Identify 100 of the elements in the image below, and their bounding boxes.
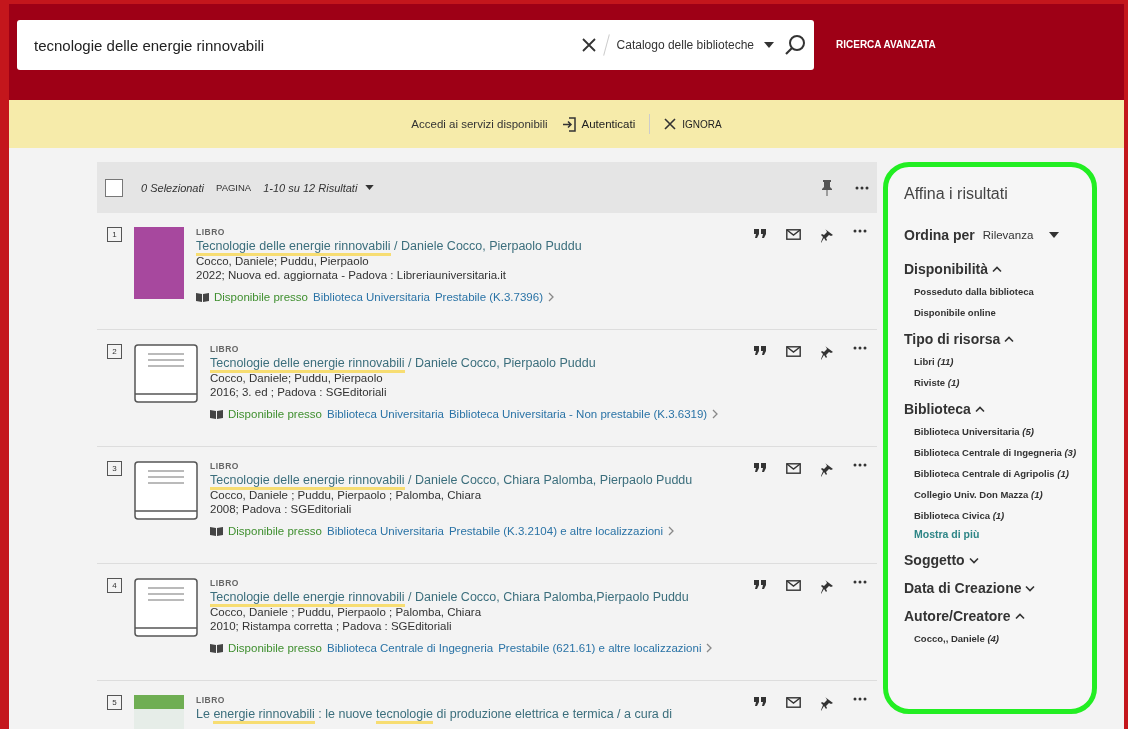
facet-option[interactable]: Biblioteca Civica (1) <box>914 509 1005 522</box>
location-link[interactable]: Prestabile (K.3.7396) <box>434 291 543 303</box>
chevron-right-icon[interactable] <box>712 409 719 419</box>
author-text: Cocco, Daniele ; Puddu, Pierpaolo ; Palomba, Chiara <box>210 606 483 618</box>
result-title-link[interactable]: Tecnologie delle energie rinnovabili / Daniele Cocco, Chiara Palomba, Pierpaolo Puddu <box>210 473 742 487</box>
book-icon[interactable] <box>134 578 198 638</box>
more-icon[interactable] <box>853 346 867 350</box>
more-icon[interactable] <box>853 580 867 584</box>
caret-icon <box>365 185 375 190</box>
close-icon <box>664 118 677 130</box>
facet-option[interactable]: Biblioteca Universitaria (5) <box>914 425 1034 438</box>
resource-type: LIBRO <box>196 227 226 237</box>
author-text: Cocco, Daniele; Puddu, Pierpaolo <box>210 372 384 384</box>
book-icon[interactable] <box>134 461 198 521</box>
email-icon[interactable] <box>786 697 801 708</box>
location-link[interactable]: Prestabile (K.3.2104) e altre localizzazioni <box>448 525 664 537</box>
facet-option[interactable]: Posseduto dalla biblioteca <box>914 285 1034 298</box>
facet-option[interactable]: Cocco,, Daniele (4) <box>914 632 999 645</box>
location-link[interactable]: Prestabile (621.61) e altre localizzazioni <box>498 642 702 654</box>
book-icon[interactable] <box>134 344 198 404</box>
chevron-right-icon[interactable] <box>668 526 675 536</box>
book-icon <box>210 643 223 653</box>
chevron-right-icon[interactable] <box>548 292 554 302</box>
caret-icon <box>1049 232 1060 238</box>
sort-dropdown[interactable]: Rilevanza <box>982 229 1034 241</box>
facet-heading[interactable]: Tipo di risorsa <box>904 331 1082 347</box>
facet-heading[interactable]: Biblioteca <box>904 401 1082 417</box>
facet-option[interactable]: Biblioteca Centrale di Agripolis (1) <box>914 467 1069 480</box>
facet-heading[interactable]: Disponibilità <box>904 261 1082 277</box>
quote-icon[interactable] <box>754 580 766 589</box>
availability-status: Disponibile presso <box>228 525 322 537</box>
search-input[interactable]: tecnologie delle energie rinnovabili <box>34 36 572 54</box>
resource-type: LIBRO <box>210 461 240 471</box>
pin-icon[interactable] <box>821 463 833 477</box>
quote-icon[interactable] <box>754 346 766 355</box>
pin-icon[interactable] <box>821 229 833 243</box>
facet-heading[interactable]: Soggetto <box>904 552 1082 568</box>
availability-status: Disponibile presso <box>214 291 308 303</box>
library-link[interactable]: Biblioteca Universitaria <box>326 525 444 537</box>
library-link[interactable]: Biblioteca Universitaria <box>312 291 430 303</box>
facet-option[interactable]: Riviste (1) <box>914 376 960 389</box>
pin-icon[interactable] <box>821 580 833 594</box>
chevron-right-icon[interactable] <box>706 643 713 653</box>
result-title-link[interactable]: Le energie rinnovabili : le nuove tecnologie di produzione elettrica e termica / a cura di <box>196 707 742 721</box>
location-link[interactable]: Biblioteca Universitaria - Non prestabile (K.3.6319) <box>448 408 708 420</box>
chevron-down-icon <box>1025 584 1036 592</box>
more-icon[interactable] <box>853 229 867 233</box>
availability-status: Disponibile presso <box>228 408 322 420</box>
email-icon[interactable] <box>786 346 801 357</box>
quote-icon[interactable] <box>754 463 766 472</box>
facet-option[interactable]: Biblioteca Centrale di Ingegneria (3) <box>914 446 1077 459</box>
email-icon[interactable] <box>786 463 801 474</box>
chevron-up-icon <box>1004 335 1015 343</box>
pin-icon[interactable] <box>821 697 833 711</box>
search-field[interactable]: tecnologie delle energie rinnovabili Catalogo delle biblioteche <box>17 20 814 70</box>
advanced-search-link[interactable]: RICERCA AVANZATA <box>836 39 936 50</box>
resource-type: LIBRO <box>210 344 240 354</box>
facet-option[interactable]: Collegio Univ. Don Mazza (1) <box>914 488 1043 501</box>
dismiss-button[interactable]: IGNORA <box>664 118 722 130</box>
more-icon[interactable] <box>853 697 867 701</box>
library-link[interactable]: Biblioteca Universitaria <box>326 408 444 420</box>
publication-text: 2008; Padova : SGEditoriali <box>210 503 353 515</box>
range-dropdown[interactable]: 1-10 su 12 Risultati <box>263 181 358 194</box>
caret-icon <box>764 42 774 48</box>
publication-text: 2010; Ristampa corretta ; Padova : SGEditoriali <box>210 620 453 632</box>
banner-text: Accedi ai servizi disponibili <box>411 118 548 130</box>
pin-icon[interactable] <box>821 178 833 197</box>
facet-heading[interactable]: Autore/Creatore <box>904 608 1082 624</box>
more-icon[interactable] <box>855 185 869 190</box>
scope-dropdown[interactable]: Catalogo delle biblioteche <box>616 38 754 52</box>
chevron-up-icon <box>974 405 985 413</box>
book-icon <box>210 409 223 419</box>
result-title-link[interactable]: Tecnologie delle energie rinnovabili / Daniele Cocco, Chiara Palomba,Pierpaolo Puddu <box>210 590 742 604</box>
book-icon <box>196 292 209 302</box>
show-more-link[interactable]: Mostra di più <box>904 528 1082 546</box>
email-icon[interactable] <box>786 580 801 591</box>
chevron-up-icon <box>1014 612 1025 620</box>
result-number: 2 <box>107 344 122 359</box>
result-title-link[interactable]: Tecnologie delle energie rinnovabili / Daniele Cocco, Pierpaolo Puddu <box>196 239 742 253</box>
result-number: 4 <box>107 578 122 593</box>
quote-icon[interactable] <box>754 229 766 238</box>
library-link[interactable]: Biblioteca Centrale di Ingegneria <box>326 642 494 654</box>
result-title-link[interactable]: Tecnologie delle energie rinnovabili / Daniele Cocco, Pierpaolo Puddu <box>210 356 742 370</box>
publication-text: 2022; Nuova ed. aggiornata - Padova : Libreriauniversitaria.it <box>196 269 508 281</box>
author-text: Cocco, Daniele ; Puddu, Pierpaolo ; Palomba, Chiara <box>210 489 483 501</box>
email-icon[interactable] <box>786 229 801 240</box>
more-icon[interactable] <box>853 463 867 467</box>
availability-status: Disponibile presso <box>228 642 322 654</box>
quote-icon[interactable] <box>754 697 766 706</box>
facet-option[interactable]: Disponibile online <box>914 306 996 319</box>
login-button[interactable]: Autenticati <box>561 116 636 132</box>
search-icon[interactable] <box>784 34 806 56</box>
close-icon[interactable] <box>581 38 596 52</box>
resource-type: LIBRO <box>196 695 226 705</box>
selected-count: 0 Selezionati <box>141 181 204 194</box>
facet-option[interactable]: Libri (11) <box>914 355 954 368</box>
pin-icon[interactable] <box>821 346 833 360</box>
select-all-checkbox[interactable] <box>105 178 123 197</box>
facet-heading[interactable]: Data di Creazione <box>904 580 1082 596</box>
panel-title: Affina i risultati <box>904 185 1009 203</box>
